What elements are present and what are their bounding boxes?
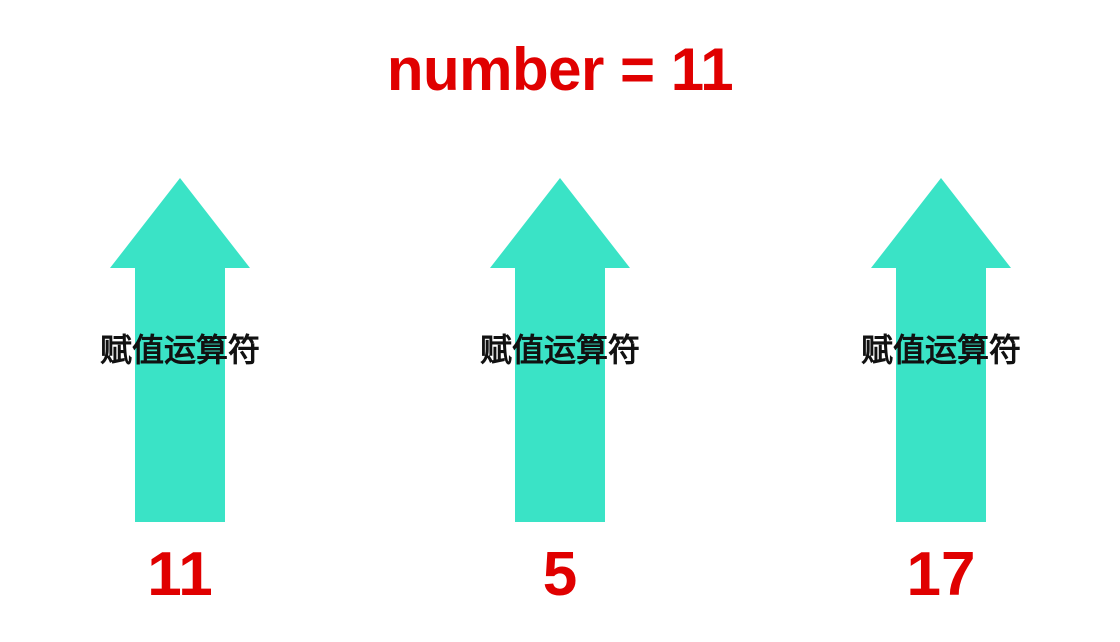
diagram-canvas: number = 11 赋值运算符 11 赋值运算符 5 赋值运算符 17 [0,0,1120,642]
arrow-label: 赋值运算符 [479,331,640,369]
assignment-arrow-2: 赋值运算符 [480,178,640,522]
arrow-label: 赋值运算符 [99,331,260,369]
diagram-title: number = 11 [386,36,734,103]
arrow-label: 赋值运算符 [860,331,1021,369]
value-label-2: 5 [542,540,578,609]
assignment-arrow-1: 赋值运算符 [100,178,260,522]
assignment-arrow-3: 赋值运算符 [861,178,1021,522]
value-label-1: 11 [147,540,213,609]
value-label-3: 17 [906,540,976,609]
